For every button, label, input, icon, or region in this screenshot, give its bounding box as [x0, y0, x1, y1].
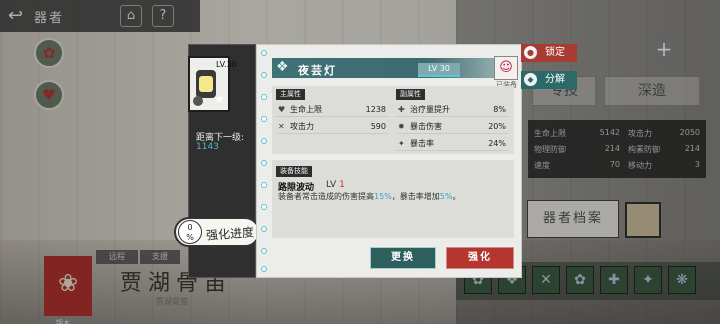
- item-level-badge: LV 30: [418, 63, 460, 75]
- skill-desc-text: 装备者常击造成的伤害提高: [278, 192, 374, 201]
- lantern-glow-icon: [199, 76, 213, 92]
- attr-value: 1238: [365, 105, 386, 114]
- main-attr-row: ✕ 攻击力 590: [276, 120, 388, 134]
- item-level: LV.30: [216, 60, 237, 69]
- skill-header: 装备技能: [276, 166, 312, 177]
- spine-ring: [261, 160, 267, 166]
- attr-value: 20%: [488, 122, 506, 131]
- dismantle-label: 分解: [545, 74, 565, 85]
- skill-desc-text: 。: [452, 192, 461, 201]
- spine-ring: [261, 116, 267, 122]
- spine-ring: [261, 50, 267, 56]
- skill-level: LV 1: [326, 180, 345, 190]
- spine-ring: [261, 226, 267, 232]
- spine-ring: [261, 138, 267, 144]
- lock-label: 锁定: [545, 47, 565, 58]
- skill-description: 装备者常击造成的伤害提高15%，暴击率增加5%。: [278, 191, 508, 202]
- ornament-icon: ❖: [276, 59, 289, 75]
- attr-name: 攻击力: [290, 122, 314, 131]
- main-attr-header: 主属性: [276, 89, 305, 100]
- attr-name: 生命上限: [290, 105, 322, 114]
- main-attr-row: ♥ 生命上限 1238: [276, 103, 388, 117]
- spine-ring: [261, 248, 267, 254]
- dismantle-button[interactable]: ◆ 分解: [521, 71, 577, 89]
- sub-attr-row: ✦ 暴击率 24%: [396, 137, 508, 151]
- skill-desc-value: 5%: [439, 192, 453, 201]
- spine-ring: [261, 204, 267, 210]
- sub-attr-row: ✚ 治疗量提升 8%: [396, 103, 508, 117]
- lock-icon: ●: [524, 46, 537, 59]
- replace-button[interactable]: 更换: [370, 247, 436, 269]
- enhance-progress-unit: %: [186, 233, 194, 242]
- attr-value: 8%: [493, 105, 506, 114]
- skill-desc-text: ，暴击率增加: [391, 192, 440, 201]
- star-icon: ★: [214, 92, 225, 106]
- dismantle-icon: ◆: [524, 73, 537, 86]
- crit-damage-icon: ✸: [398, 122, 405, 131]
- item-level-bar: [418, 75, 460, 77]
- attr-value: 24%: [488, 139, 506, 148]
- heal-icon: ✚: [398, 105, 405, 114]
- sub-attr-row: ✸ 暴击伤害 20%: [396, 120, 508, 134]
- attr-name: 暴击伤害: [410, 122, 442, 131]
- item-type-badge-icon: [193, 96, 203, 106]
- sword-icon: ✕: [278, 122, 285, 131]
- spine-ring: [261, 266, 267, 272]
- heart-icon: ♥: [278, 105, 286, 114]
- item-name: 夜芸灯: [298, 64, 337, 77]
- attr-name: 治疗量提升: [410, 105, 450, 114]
- spine-ring: [261, 72, 267, 78]
- next-level-value: 1143: [196, 142, 219, 152]
- skill-level-prefix: LV: [326, 180, 337, 190]
- lock-button[interactable]: ● 锁定: [521, 44, 577, 62]
- equipper-avatar[interactable]: ☺: [494, 56, 518, 80]
- attr-value: 590: [370, 122, 386, 131]
- crit-rate-icon: ✦: [398, 139, 405, 148]
- enhance-progress-circle: 0 %: [178, 220, 202, 244]
- spine-ring: [261, 182, 267, 188]
- enhance-progress-label: 强化进度: [205, 225, 255, 243]
- skill-level-number: 1: [339, 180, 345, 190]
- sub-attr-header: 副属性: [396, 89, 425, 100]
- notebook-spine: [261, 50, 267, 272]
- enhance-button[interactable]: 强化: [446, 247, 514, 269]
- enhance-progress-percent: 0: [187, 223, 193, 232]
- spine-ring: [261, 94, 267, 100]
- attr-name: 暴击率: [410, 139, 434, 148]
- skill-desc-value: 15%: [374, 192, 392, 201]
